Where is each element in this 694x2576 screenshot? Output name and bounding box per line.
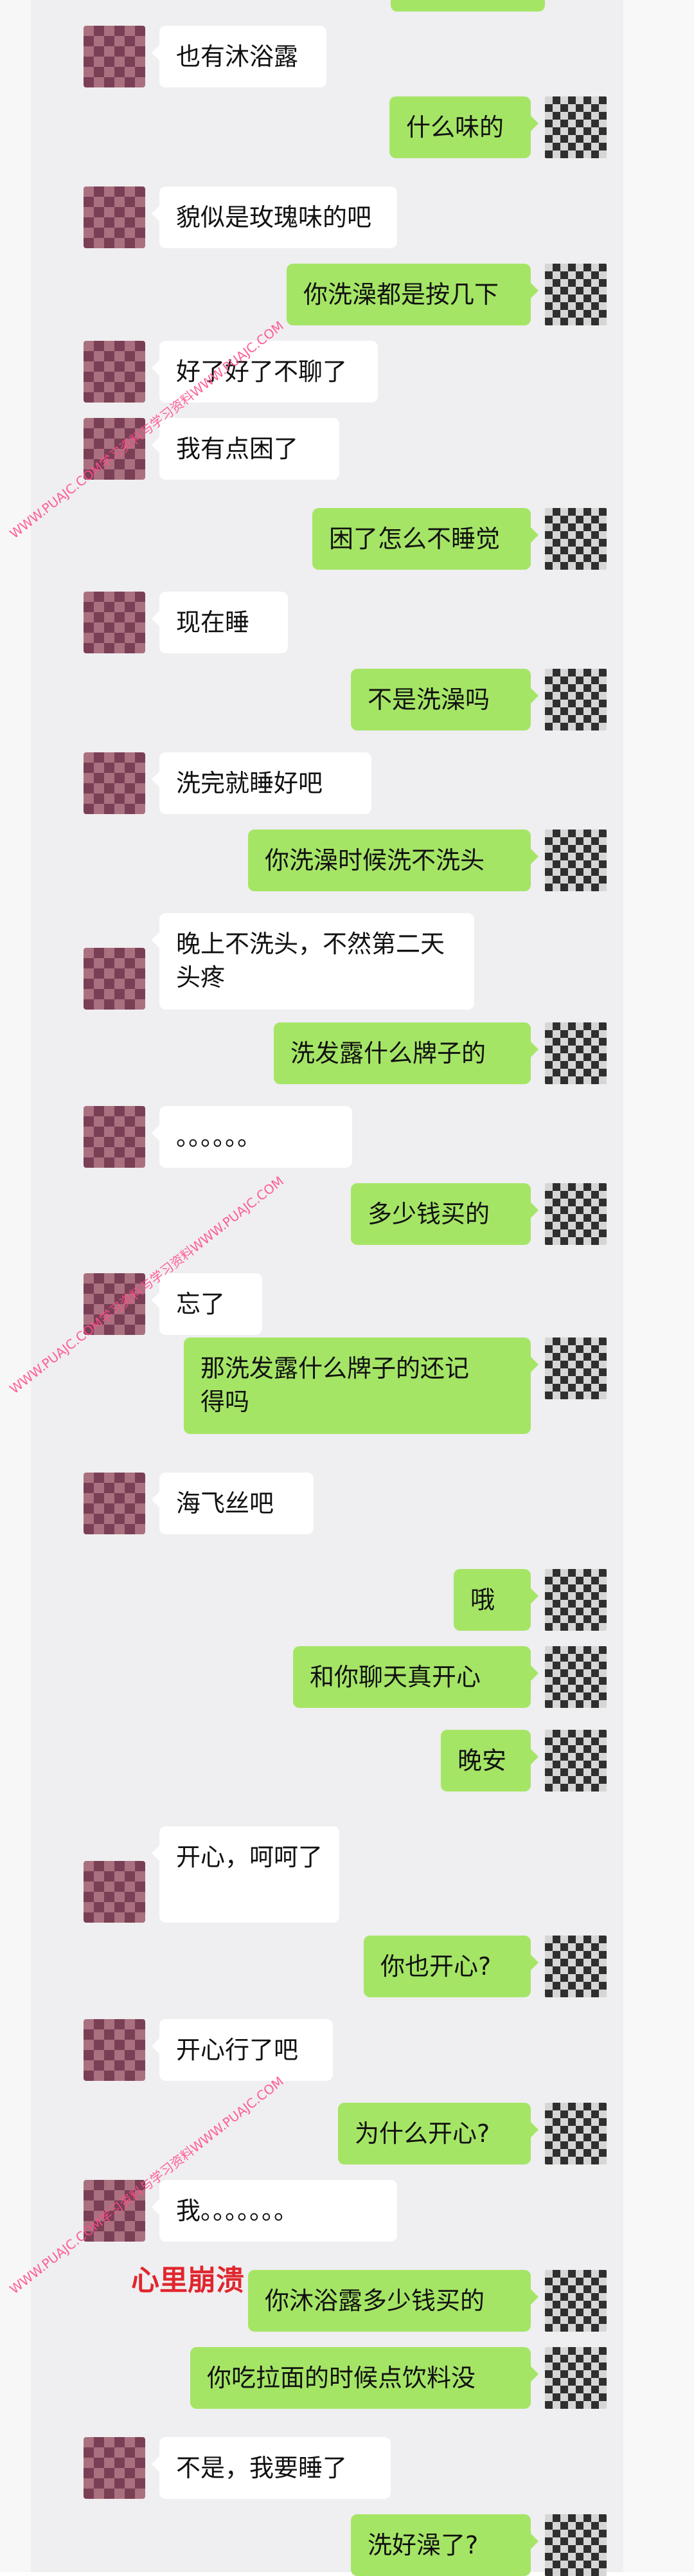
- message-row-incoming: 貌似是玫瑰味的吧: [31, 186, 623, 248]
- outgoing-message-bubble[interactable]: 为什么开心?: [338, 2103, 538, 2164]
- outgoing-message-bubble[interactable]: 你洗澡时候洗不洗头: [248, 830, 538, 891]
- contact-avatar[interactable]: [84, 948, 145, 1010]
- message-row-incoming: 开心行了吧: [31, 2019, 623, 2081]
- outgoing-message-bubble[interactable]: 多少钱买的: [351, 1183, 538, 1245]
- message-row-outgoing: 你洗澡都是按几下: [31, 264, 623, 325]
- contact-avatar[interactable]: [84, 26, 145, 87]
- message-row-incoming: 不是，我要睡了: [31, 2437, 623, 2499]
- contact-avatar[interactable]: [84, 1106, 145, 1168]
- message-row-incoming: 。。。。。。: [31, 1106, 623, 1168]
- contact-avatar[interactable]: [84, 1473, 145, 1534]
- my-avatar[interactable]: [545, 1183, 607, 1245]
- my-avatar[interactable]: [545, 1022, 607, 1084]
- left-margin: [0, 0, 31, 2572]
- outgoing-message-bubble[interactable]: 那洗发露什么牌子的还记 得吗: [184, 1338, 538, 1434]
- cut-off-outgoing-bubble: [391, 0, 545, 12]
- outgoing-message-bubble[interactable]: 不是洗澡吗: [351, 669, 538, 730]
- message-row-outgoing: 你沐浴露多少钱买的: [31, 2270, 623, 2332]
- my-avatar[interactable]: [545, 96, 607, 158]
- message-row-outgoing: 和你聊天真开心: [31, 1646, 623, 1708]
- my-avatar[interactable]: [545, 2103, 607, 2164]
- message-row-incoming: 好了好了不聊了: [31, 341, 623, 403]
- my-avatar[interactable]: [545, 830, 607, 891]
- message-row-incoming: 海飞丝吧: [31, 1473, 623, 1534]
- contact-avatar[interactable]: [84, 752, 145, 814]
- message-row-outgoing: 洗发露什么牌子的: [31, 1022, 623, 1084]
- outgoing-message-bubble[interactable]: 什么味的: [389, 96, 538, 158]
- message-row-outgoing: 洗好澡了?: [31, 2514, 623, 2576]
- message-row-outgoing: 你吃拉面的时候点饮料没: [31, 2347, 623, 2409]
- my-avatar[interactable]: [545, 1338, 607, 1399]
- my-avatar[interactable]: [545, 2514, 607, 2576]
- outgoing-message-bubble[interactable]: 困了怎么不睡觉: [312, 508, 538, 570]
- outgoing-message-bubble[interactable]: 你沐浴露多少钱买的: [248, 2270, 538, 2332]
- message-row-outgoing: 哦: [31, 1569, 623, 1631]
- outgoing-message-bubble[interactable]: 你吃拉面的时候点饮料没: [190, 2347, 538, 2409]
- contact-avatar[interactable]: [84, 2437, 145, 2499]
- incoming-message-bubble[interactable]: 我。。。。。。。: [152, 2180, 397, 2242]
- outgoing-message-bubble[interactable]: 哦: [454, 1569, 538, 1631]
- my-avatar[interactable]: [545, 1730, 607, 1791]
- message-row-outgoing: 多少钱买的: [31, 1183, 623, 1245]
- message-row-incoming: 开心，呵呵了: [31, 1826, 623, 1923]
- message-row-outgoing: 为什么开心?: [31, 2103, 623, 2164]
- my-avatar[interactable]: [545, 264, 607, 325]
- message-row-outgoing: 不是洗澡吗: [31, 669, 623, 730]
- message-row-outgoing: 什么味的: [31, 96, 623, 158]
- incoming-message-bubble[interactable]: 海飞丝吧: [152, 1473, 314, 1534]
- message-row-incoming: 洗完就睡好吧: [31, 752, 623, 814]
- incoming-message-bubble[interactable]: 开心，呵呵了: [152, 1826, 339, 1923]
- incoming-message-bubble[interactable]: 现在睡: [152, 592, 288, 653]
- incoming-message-bubble[interactable]: 开心行了吧: [152, 2019, 333, 2081]
- outgoing-message-bubble[interactable]: 你也开心?: [364, 1936, 538, 1997]
- message-row-incoming: 也有沐浴露: [31, 26, 623, 87]
- outgoing-message-bubble[interactable]: 洗好澡了?: [351, 2514, 538, 2576]
- message-row-incoming: 现在睡: [31, 592, 623, 653]
- my-avatar[interactable]: [545, 2270, 607, 2332]
- incoming-message-bubble[interactable]: 洗完就睡好吧: [152, 752, 371, 814]
- incoming-message-bubble[interactable]: 晚上不洗头，不然第二天 头疼: [152, 913, 474, 1010]
- chat-thread[interactable]: 也有沐浴露什么味的貌似是玫瑰味的吧你洗澡都是按几下好了好了不聊了我有点困了困了怎…: [31, 0, 652, 2576]
- contact-avatar[interactable]: [84, 592, 145, 653]
- contact-avatar[interactable]: [84, 1861, 145, 1923]
- annotation-label: 心里崩溃: [131, 2264, 244, 2297]
- message-row-outgoing: 你洗澡时候洗不洗头: [31, 830, 623, 891]
- incoming-message-bubble[interactable]: 。。。。。。: [152, 1106, 352, 1168]
- outgoing-message-bubble[interactable]: 你洗澡都是按几下: [287, 264, 538, 325]
- my-avatar[interactable]: [545, 2347, 607, 2409]
- outgoing-message-bubble[interactable]: 和你聊天真开心: [293, 1646, 538, 1708]
- incoming-message-bubble[interactable]: 不是，我要睡了: [152, 2437, 391, 2499]
- message-row-outgoing: 困了怎么不睡觉: [31, 508, 623, 570]
- outgoing-message-bubble[interactable]: 洗发露什么牌子的: [274, 1022, 538, 1084]
- message-row-outgoing: 你也开心?: [31, 1936, 623, 1997]
- my-avatar[interactable]: [545, 1569, 607, 1631]
- incoming-message-bubble[interactable]: 我有点困了: [152, 418, 339, 480]
- my-avatar[interactable]: [545, 1646, 607, 1708]
- incoming-message-bubble[interactable]: 也有沐浴露: [152, 26, 326, 87]
- incoming-message-bubble[interactable]: 忘了: [152, 1273, 262, 1335]
- contact-avatar[interactable]: [84, 2019, 145, 2081]
- contact-avatar[interactable]: [84, 341, 145, 403]
- incoming-message-bubble[interactable]: 貌似是玫瑰味的吧: [152, 186, 397, 248]
- my-avatar[interactable]: [545, 1936, 607, 1997]
- message-row-outgoing: 晚安: [31, 1730, 623, 1791]
- message-row-incoming: 晚上不洗头，不然第二天 头疼: [31, 913, 623, 1010]
- my-avatar[interactable]: [545, 669, 607, 730]
- message-row-outgoing: 那洗发露什么牌子的还记 得吗: [31, 1338, 623, 1434]
- outgoing-message-bubble[interactable]: 晚安: [441, 1730, 538, 1791]
- my-avatar[interactable]: [545, 508, 607, 570]
- contact-avatar[interactable]: [84, 186, 145, 248]
- right-margin: [623, 0, 694, 2572]
